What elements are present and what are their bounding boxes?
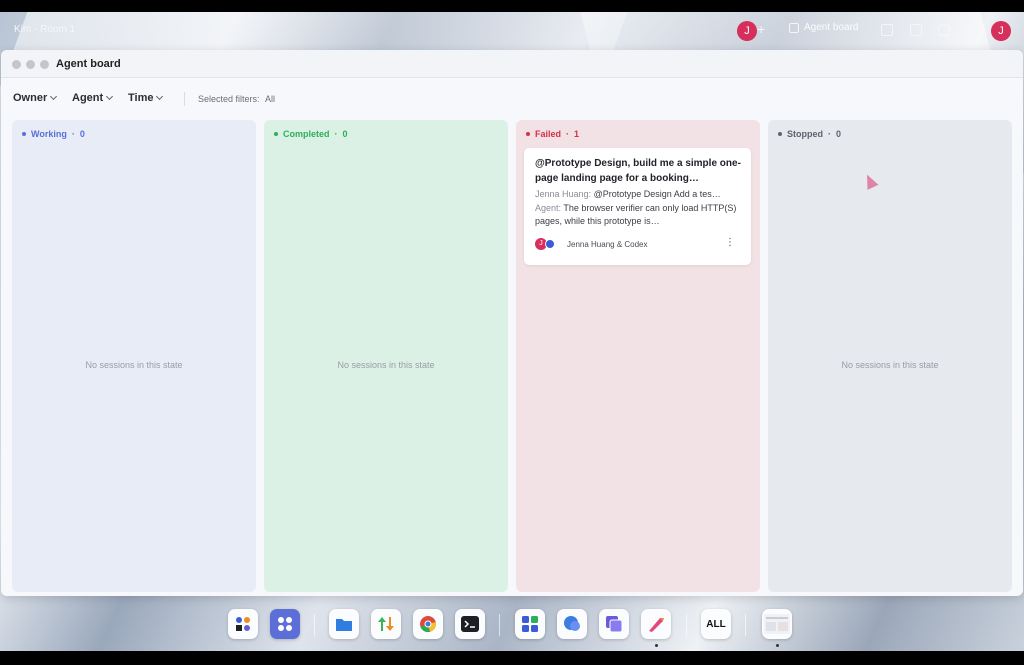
column-failed: Failed · 1 @Prototype Design, build me a… <box>516 120 760 592</box>
dock-divider <box>314 614 315 636</box>
selected-filters-value: All <box>265 94 276 104</box>
chrome-icon[interactable] <box>413 609 443 639</box>
active-indicator <box>655 644 658 647</box>
time-filter[interactable]: Time <box>128 92 164 104</box>
save-icon[interactable] <box>881 24 893 36</box>
agent-board-window: Agent board Owner Agent Time Selected fi… <box>1 50 1023 596</box>
dock-divider <box>499 614 500 636</box>
selected-filters: Selected filters: All <box>198 94 275 104</box>
agent-filter[interactable]: Agent <box>72 92 114 104</box>
column-label: Failed <box>535 129 562 139</box>
agent-board-button[interactable]: Agent board <box>789 22 859 33</box>
top-bar: Kim - Room 1 J + Agent board J <box>0 12 1024 50</box>
preview-thumbnail[interactable] <box>762 609 792 639</box>
letterbox-bottom <box>0 651 1024 665</box>
maximize-window-button[interactable] <box>40 60 49 69</box>
window-title: Agent board <box>56 58 121 70</box>
chat-icon[interactable] <box>557 609 587 639</box>
profile-avatar[interactable]: J <box>991 21 1011 41</box>
windows-icon[interactable] <box>515 609 545 639</box>
room-title: Kim - Room 1 <box>14 24 76 35</box>
column-stopped: Stopped · 0 No sessions in this state <box>768 120 1012 592</box>
card-footer: J Jenna Huang & Codex <box>535 238 648 250</box>
status-dot <box>778 132 782 136</box>
card-agent-message: Agent: The browser verifier can only loa… <box>535 202 741 228</box>
bell-icon[interactable] <box>938 24 950 36</box>
active-indicator <box>776 644 779 647</box>
selected-filters-label: Selected filters: <box>198 94 260 104</box>
add-participant-button[interactable]: + <box>757 21 765 37</box>
gear-icon[interactable] <box>967 24 979 36</box>
column-label: Working <box>31 129 67 139</box>
card-participants: Jenna Huang & Codex <box>567 239 648 249</box>
more-options-icon[interactable]: ⋮ <box>725 238 735 248</box>
filter-bar: Owner Agent Time Selected filters: All <box>1 78 1023 120</box>
design-icon[interactable] <box>641 609 671 639</box>
column-working: Working · 0 No sessions in this state <box>12 120 256 592</box>
chevron-down-icon <box>156 92 164 101</box>
dock-divider <box>686 614 687 636</box>
agent-filter-label: Agent <box>72 92 104 104</box>
card-agent-text: The browser verifier can only load HTTP(… <box>535 203 737 226</box>
close-window-button[interactable] <box>12 60 21 69</box>
codex-avatar-icon <box>545 239 555 249</box>
column-header: Completed · 0 <box>274 129 348 139</box>
folder-icon[interactable] <box>329 609 359 639</box>
column-header: Stopped · 0 <box>778 129 841 139</box>
empty-state: No sessions in this state <box>337 360 435 370</box>
owner-filter[interactable]: Owner <box>13 92 58 104</box>
all-icon[interactable]: ALL <box>701 609 731 639</box>
agent-board-label: Agent board <box>804 22 859 33</box>
status-dot <box>22 132 26 136</box>
card-user-text: @Prototype Design Add a tes… <box>593 189 721 199</box>
column-count-separator: · <box>334 129 338 139</box>
status-dot <box>526 132 530 136</box>
dock: ALL <box>0 604 1024 650</box>
card-agent-name: Agent: <box>535 203 562 213</box>
minimize-window-button[interactable] <box>26 60 35 69</box>
filter-divider <box>184 92 185 106</box>
dock-divider <box>745 614 746 636</box>
column-label: Stopped <box>787 129 823 139</box>
chevron-down-icon <box>106 92 114 101</box>
user-avatar[interactable]: J <box>737 21 757 41</box>
column-count: 0 <box>79 129 85 139</box>
column-header: Working · 0 <box>22 129 85 139</box>
column-label: Completed <box>283 129 330 139</box>
window-titlebar: Agent board <box>1 50 1023 78</box>
empty-state: No sessions in this state <box>85 360 183 370</box>
agent-board-icon <box>789 22 799 33</box>
status-dot <box>274 132 278 136</box>
empty-state: No sessions in this state <box>841 360 939 370</box>
letterbox-top <box>0 0 1024 12</box>
apps-grid-icon[interactable] <box>270 609 300 639</box>
terminal-icon[interactable] <box>455 609 485 639</box>
column-count-separator: · <box>566 129 570 139</box>
chevron-down-icon <box>50 92 58 101</box>
column-header: Failed · 1 <box>526 129 579 139</box>
column-count: 0 <box>836 129 842 139</box>
copy-icon[interactable] <box>599 609 629 639</box>
column-count-separator: · <box>71 129 75 139</box>
transfer-icon[interactable] <box>371 609 401 639</box>
widgets-icon[interactable] <box>228 609 258 639</box>
layout-icon[interactable] <box>910 24 922 36</box>
owner-filter-label: Owner <box>13 92 48 104</box>
time-filter-label: Time <box>128 92 154 104</box>
column-count-separator: · <box>828 129 831 139</box>
column-count: 1 <box>574 129 580 139</box>
column-completed: Completed · 0 No sessions in this state <box>264 120 508 592</box>
card-user-name: Jenna Huang: <box>535 189 592 199</box>
card-title: @Prototype Design, build me a simple one… <box>535 158 741 184</box>
card-user-message: Jenna Huang: @Prototype Design Add a tes… <box>535 188 741 201</box>
session-card[interactable]: @Prototype Design, build me a simple one… <box>524 148 751 265</box>
column-count: 0 <box>342 129 348 139</box>
